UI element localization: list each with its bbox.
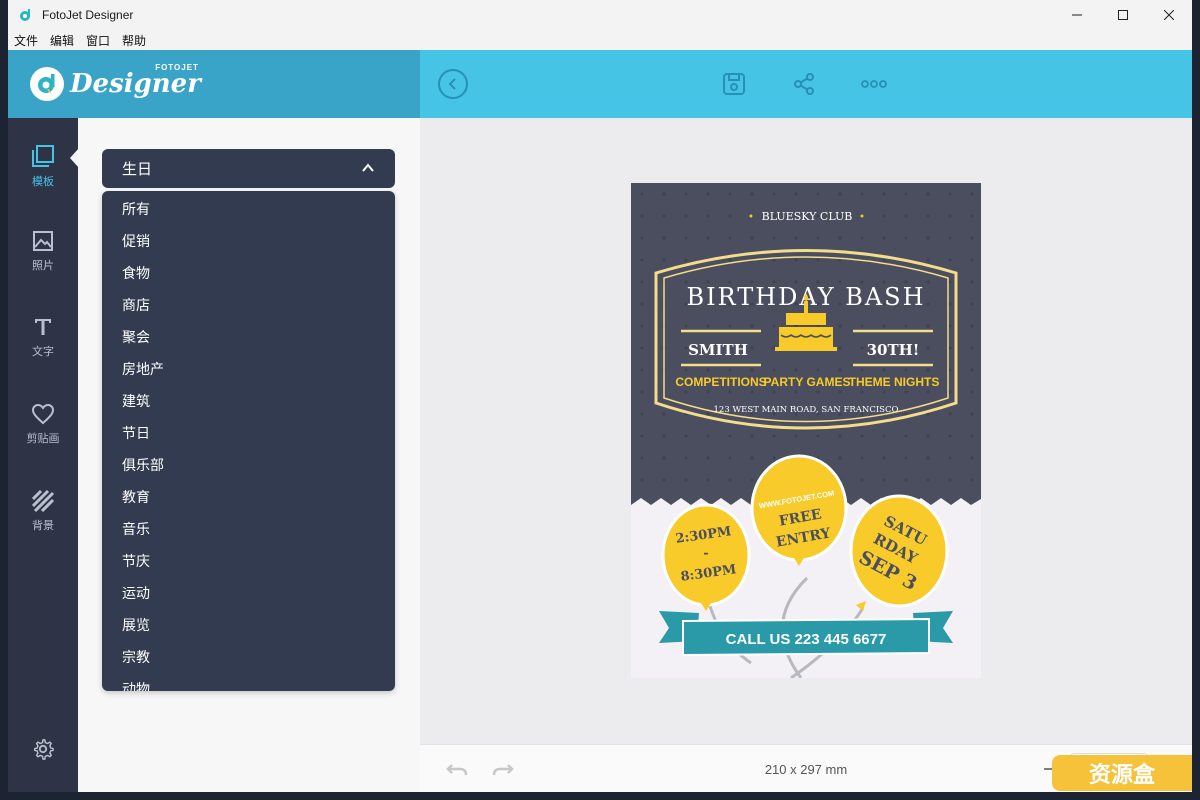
category-option[interactable]: 音乐 [102,514,395,546]
sidebar-item-photos[interactable]: 照片 [8,230,78,273]
category-option[interactable]: 俱乐部 [102,450,395,482]
category-option[interactable]: 建筑 [102,386,395,418]
category-option[interactable]: 节庆 [102,546,395,578]
category-dropdown-list: 所有 促销 食物 商店 聚会 房地产 建筑 节日 俱乐部 教育 音乐 节庆 运动… [102,191,395,691]
share-button[interactable] [790,70,818,98]
template-icon [32,145,54,167]
share-icon [794,73,814,95]
app-logo-icon [20,9,30,21]
maximize-button[interactable] [1100,0,1146,30]
category-option[interactable]: 商店 [102,290,395,322]
category-option[interactable]: 所有 [102,194,395,226]
bottom-bar: 210 x 297 mm 资源盒 [420,744,1192,792]
menu-bar: 文件 编辑 窗口 帮助 [8,30,1192,50]
poster-feature-party-games: PARTY GAMES [764,375,851,389]
fotojet-logo-icon [30,67,64,101]
app-window: FotoJet Designer 文件 编辑 窗口 帮助 Designer FO… [8,0,1192,792]
background-icon [31,489,55,513]
category-option[interactable]: 节日 [102,418,395,450]
text-icon [35,319,51,335]
sidebar-item-text[interactable]: 文字 [8,316,78,359]
category-option[interactable]: 促销 [102,226,395,258]
more-button[interactable] [860,70,888,98]
save-icon [723,73,745,95]
logo-wordmark: Designer FOTOJET [70,63,201,99]
poster-name: SMITH [688,341,748,359]
poster-feature-competitions: COMPETITIONS [675,375,766,389]
category-option[interactable]: 宗教 [102,642,395,674]
brand-header: Designer FOTOJET [8,50,420,118]
photo-icon [33,231,53,251]
category-option[interactable]: 动物 [102,674,395,691]
heart-icon [31,403,55,425]
category-option[interactable]: 展览 [102,610,395,642]
category-option[interactable]: 运动 [102,578,395,610]
minimize-button[interactable] [1054,0,1100,30]
title-bar: FotoJet Designer [8,0,1192,30]
logo-subtext: FOTOJET [155,63,199,72]
category-select[interactable]: 生日 [102,149,395,188]
category-option[interactable]: 房地产 [102,354,395,386]
menu-file[interactable]: 文件 [14,32,38,49]
menu-window[interactable]: 窗口 [86,32,110,49]
sidebar-item-background[interactable]: 背景 [8,489,78,533]
menu-edit[interactable]: 编辑 [50,32,74,49]
category-selected-value: 生日 [122,160,153,178]
menu-help[interactable]: 帮助 [122,32,146,49]
category-option[interactable]: 教育 [102,482,395,514]
save-button[interactable] [720,70,748,98]
watermark-text: 资源盒 [1088,763,1155,788]
poster-address: 123 WEST MAIN ROAD, SAN FRANCISCO [714,405,899,415]
toolbar [420,50,1192,118]
sidebar-item-label: 背景 [32,519,54,532]
chevron-left-icon [448,78,456,90]
sidebar-item-label: 文字 [32,345,54,358]
sidebar-item-clipart[interactable]: 剪贴画 [8,403,78,446]
close-button[interactable] [1146,0,1192,30]
poster-call: CALL US 223 445 6677 [726,631,887,648]
template-panel: 生日 所有 促销 食物 商店 聚会 房地产 建筑 节日 俱乐部 教育 音乐 节庆… [78,118,420,792]
chevron-up-icon [362,163,374,172]
icon-sidebar: 模板 照片 文字 剪贴画 背景 [8,118,78,792]
category-option[interactable]: 聚会 [102,322,395,354]
back-button[interactable] [438,69,468,99]
settings-button[interactable] [8,738,78,763]
poster-feature-theme-nights: THEME NIGHTS [849,375,940,389]
more-icon [861,80,887,88]
minimize-icon [1072,14,1082,16]
poster-time-dash: - [703,546,708,561]
sidebar-item-templates[interactable]: 模板 [8,144,78,189]
sidebar-item-label: 照片 [32,259,54,272]
maximize-icon [1118,10,1128,20]
gear-icon [34,739,54,760]
category-option[interactable]: 食物 [102,258,395,290]
poster-age: 30TH! [867,341,920,359]
poster-artwork: BLUESKY CLUB BIRTHDAY BASH SMITH 30TH! C… [631,183,981,678]
sidebar-item-label: 模板 [32,175,54,188]
window-title: FotoJet Designer [42,8,134,22]
design-canvas: BLUESKY CLUB BIRTHDAY BASH SMITH 30TH! C… [420,118,1192,744]
poster-club: BLUESKY CLUB [762,210,853,223]
sidebar-item-label: 剪贴画 [26,432,60,445]
close-icon [1164,10,1174,20]
poster-design[interactable]: BLUESKY CLUB BIRTHDAY BASH SMITH 30TH! C… [631,183,981,678]
watermark-badge: 资源盒 [1052,755,1192,791]
